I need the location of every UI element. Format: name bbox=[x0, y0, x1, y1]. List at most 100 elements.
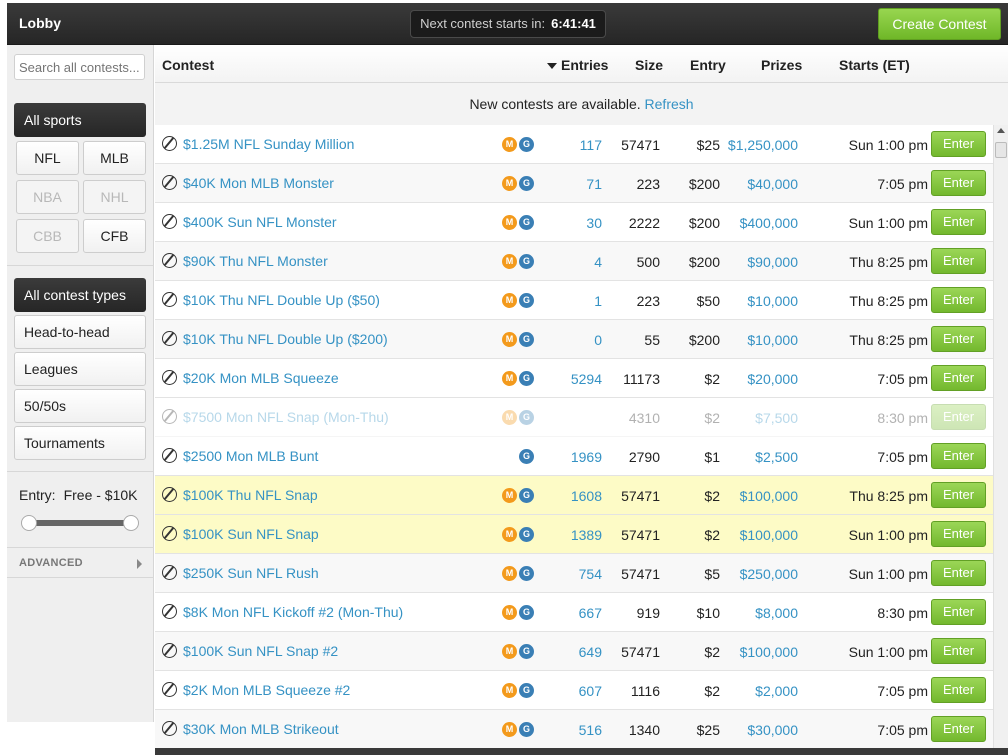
all-sports-button[interactable]: All sports bbox=[14, 103, 146, 137]
table-row[interactable]: $7500 Mon NFL Snap (Mon-Thu) M G 4310 $2 $7,5… bbox=[155, 398, 993, 437]
contest-name-link[interactable]: $10K Thu NFL Double Up ($200) bbox=[183, 331, 388, 347]
table-row[interactable]: $400K Sun NFL Monster M G 30 2222 $200 $400,00… bbox=[155, 203, 993, 242]
enter-button[interactable]: Enter bbox=[931, 560, 986, 586]
sport-mlb-button[interactable]: MLB bbox=[83, 141, 146, 175]
table-row[interactable]: $40K Mon MLB Monster M G 71 223 $200 $40,000 7:… bbox=[155, 164, 993, 203]
contest-name-link[interactable]: $30K Mon MLB Strikeout bbox=[183, 721, 339, 737]
contest-name-link[interactable]: $40K Mon MLB Monster bbox=[183, 175, 334, 191]
sport-nba-button[interactable]: NBA bbox=[16, 180, 79, 214]
entries-count[interactable]: 649 bbox=[552, 644, 602, 660]
enter-button[interactable]: Enter bbox=[931, 170, 986, 196]
enter-button[interactable]: Enter bbox=[931, 521, 986, 547]
table-row[interactable]: $2K Mon MLB Squeeze #2 M G 607 1116 $2 $2,000 7… bbox=[155, 671, 993, 710]
entries-count[interactable]: 754 bbox=[552, 566, 602, 582]
contest-name-link[interactable]: $1.25M NFL Sunday Million bbox=[183, 136, 354, 152]
contest-name-link[interactable]: $2500 Mon MLB Bunt bbox=[183, 448, 318, 464]
prize-pool[interactable]: $100,000 bbox=[720, 527, 798, 543]
entries-count[interactable]: 0 bbox=[552, 332, 602, 348]
sport-cfb-button[interactable]: CFB bbox=[83, 219, 146, 253]
entry-fee-slider[interactable] bbox=[21, 515, 139, 531]
entries-count[interactable]: 1 bbox=[552, 293, 602, 309]
contest-name-link[interactable]: $10K Thu NFL Double Up ($50) bbox=[183, 292, 380, 308]
enter-button[interactable]: Enter bbox=[931, 599, 986, 625]
enter-button[interactable]: Enter bbox=[931, 131, 986, 157]
prize-pool[interactable]: $7,500 bbox=[720, 410, 798, 426]
entries-count[interactable]: 1608 bbox=[552, 488, 602, 504]
prize-pool[interactable]: $20,000 bbox=[720, 371, 798, 387]
contest-name-link[interactable]: $2K Mon MLB Squeeze #2 bbox=[183, 682, 350, 698]
prize-pool[interactable]: $30,000 bbox=[720, 722, 798, 738]
enter-button[interactable]: Enter bbox=[931, 287, 986, 313]
prize-pool[interactable]: $1,250,000 bbox=[720, 137, 798, 153]
type-5050s-button[interactable]: 50/50s bbox=[14, 389, 146, 423]
table-row[interactable]: $2500 Mon MLB Bunt G 1969 2790 $1 $2,500 7:05 … bbox=[155, 437, 993, 476]
prize-pool[interactable]: $2,500 bbox=[720, 449, 798, 465]
table-scrollbar[interactable] bbox=[993, 125, 1008, 755]
header-entry[interactable]: Entry bbox=[690, 57, 726, 73]
table-row[interactable]: $100K Sun NFL Snap M G 1389 57471 $2 $100,000 S… bbox=[155, 515, 993, 554]
header-contest[interactable]: Contest bbox=[162, 57, 214, 73]
entries-count[interactable]: 607 bbox=[552, 683, 602, 699]
prize-pool[interactable]: $100,000 bbox=[720, 644, 798, 660]
table-row[interactable]: $90K Thu NFL Monster M G 4 500 $200 $90,000 Thu… bbox=[155, 242, 993, 281]
create-contest-button[interactable]: Create Contest bbox=[878, 8, 1001, 40]
table-row[interactable]: $100K Sun NFL Snap #2 M G 649 57471 $2 $100,00… bbox=[155, 632, 993, 671]
table-row[interactable]: $100K Thu NFL Snap M G 1608 57471 $2 $100,000 T… bbox=[155, 476, 993, 515]
contest-name-link[interactable]: $20K Mon MLB Squeeze bbox=[183, 370, 339, 386]
type-leagues-button[interactable]: Leagues bbox=[14, 352, 146, 386]
slider-min-handle[interactable] bbox=[21, 515, 37, 531]
table-row[interactable]: $8K Mon NFL Kickoff #2 (Mon-Thu) M G 667 919… bbox=[155, 593, 993, 632]
table-row[interactable]: $20K Mon MLB Squeeze M G 5294 11173 $2 $20,000… bbox=[155, 359, 993, 398]
scroll-thumb[interactable] bbox=[995, 142, 1007, 158]
table-row[interactable]: $10K Thu NFL Double Up ($200) M G 0 55 $200 $1… bbox=[155, 320, 993, 359]
prize-pool[interactable]: $10,000 bbox=[720, 332, 798, 348]
contest-name-link[interactable]: $400K Sun NFL Monster bbox=[183, 214, 337, 230]
enter-button[interactable]: Enter bbox=[931, 248, 986, 274]
enter-button[interactable]: Enter bbox=[931, 326, 986, 352]
contest-name-link[interactable]: $250K Sun NFL Rush bbox=[183, 565, 319, 581]
prize-pool[interactable]: $8,000 bbox=[720, 605, 798, 621]
all-contest-types-button[interactable]: All contest types bbox=[14, 278, 146, 312]
table-row[interactable]: $250K Sun NFL Rush M G 754 57471 $5 $250,000 Su… bbox=[155, 554, 993, 593]
enter-button[interactable]: Enter bbox=[931, 365, 986, 391]
enter-button[interactable]: Enter bbox=[931, 209, 986, 235]
prize-pool[interactable]: $250,000 bbox=[720, 566, 798, 582]
entries-count[interactable]: 4 bbox=[552, 254, 602, 270]
slider-max-handle[interactable] bbox=[123, 515, 139, 531]
sport-nhl-button[interactable]: NHL bbox=[83, 180, 146, 214]
header-prizes[interactable]: Prizes bbox=[761, 57, 802, 73]
contest-name-link[interactable]: $100K Sun NFL Snap bbox=[183, 526, 319, 542]
prize-pool[interactable]: $10,000 bbox=[720, 293, 798, 309]
enter-button[interactable]: Enter bbox=[931, 677, 986, 703]
enter-button[interactable]: Enter bbox=[931, 404, 986, 430]
scroll-up-icon[interactable] bbox=[997, 128, 1005, 133]
prize-pool[interactable]: $90,000 bbox=[720, 254, 798, 270]
contest-name-link[interactable]: $7500 Mon NFL Snap (Mon-Thu) bbox=[183, 409, 389, 425]
prize-pool[interactable]: $2,000 bbox=[720, 683, 798, 699]
table-row[interactable]: $30K Mon MLB Strikeout M G 516 1340 $25 $30,00… bbox=[155, 710, 993, 749]
entries-count[interactable]: 667 bbox=[552, 605, 602, 621]
contest-name-link[interactable]: $8K Mon NFL Kickoff #2 (Mon-Thu) bbox=[183, 604, 403, 620]
search-input[interactable] bbox=[14, 54, 145, 80]
entries-count[interactable]: 1969 bbox=[552, 449, 602, 465]
type-tournaments-button[interactable]: Tournaments bbox=[14, 426, 146, 460]
enter-button[interactable]: Enter bbox=[931, 716, 986, 742]
entries-count[interactable]: 1389 bbox=[552, 527, 602, 543]
header-starts[interactable]: Starts (ET) bbox=[839, 57, 910, 73]
prize-pool[interactable]: $40,000 bbox=[720, 176, 798, 192]
entries-count[interactable]: 117 bbox=[552, 137, 602, 153]
enter-button[interactable]: Enter bbox=[931, 638, 986, 664]
entries-count[interactable]: 71 bbox=[552, 176, 602, 192]
contest-name-link[interactable]: $90K Thu NFL Monster bbox=[183, 253, 328, 269]
contest-name-link[interactable]: $100K Sun NFL Snap #2 bbox=[183, 643, 338, 659]
enter-button[interactable]: Enter bbox=[931, 443, 986, 469]
header-entries[interactable]: Entries bbox=[547, 57, 608, 73]
sport-nfl-button[interactable]: NFL bbox=[16, 141, 79, 175]
entries-count[interactable]: 5294 bbox=[552, 371, 602, 387]
entries-count[interactable]: 516 bbox=[552, 722, 602, 738]
header-size[interactable]: Size bbox=[635, 57, 663, 73]
table-row[interactable]: $1.25M NFL Sunday Million M G 117 57471 $25 $1… bbox=[155, 125, 993, 164]
type-head-to-head-button[interactable]: Head-to-head bbox=[14, 315, 146, 349]
prize-pool[interactable]: $400,000 bbox=[720, 215, 798, 231]
enter-button[interactable]: Enter bbox=[931, 482, 986, 508]
